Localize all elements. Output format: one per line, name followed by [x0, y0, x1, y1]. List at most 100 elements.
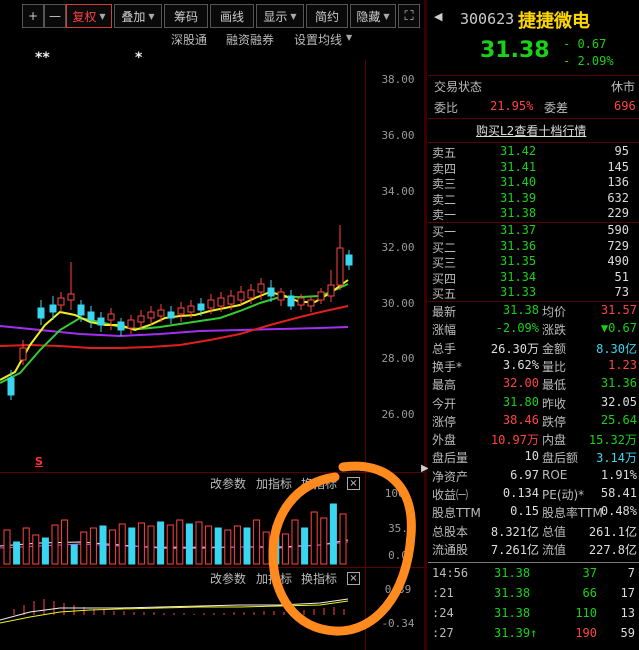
candle-body [137, 315, 145, 323]
bid-price: 31.36 [500, 238, 537, 253]
tick-volume: 66 [582, 586, 597, 600]
buy-l2-link[interactable]: 购买L2查看十档行情 [476, 122, 586, 139]
stat-label: 涨跌 [542, 323, 567, 338]
current-price: 31.38 [480, 38, 550, 63]
stat-value: 31.80 [502, 394, 539, 409]
stat-label: 总手 [432, 341, 457, 356]
chips-button[interactable]: 筹码 [164, 4, 208, 28]
tick-count: 13 [620, 606, 635, 620]
stat-value: 25.64 [600, 412, 637, 427]
stat-value: 10 [524, 449, 539, 464]
stat-label: 流通股 [432, 542, 469, 557]
weibi-value: 21.95% [490, 99, 534, 113]
stat-label: 盘后额 [542, 451, 579, 466]
candle-body [327, 284, 335, 297]
bid-price: 31.34 [500, 269, 537, 284]
volume-bar [41, 537, 49, 565]
stat-value: ▼0.67 [600, 321, 637, 336]
candle-body [57, 297, 65, 306]
ask-volume: 145 [607, 159, 629, 174]
candle-body [317, 291, 325, 301]
stat-value: 0.15 [510, 504, 539, 519]
volume-bar [128, 527, 136, 565]
tick-row: 14:56 31.38 37 7 [432, 566, 637, 585]
zoom-in-button[interactable]: + [22, 4, 44, 28]
overlay-dropdown[interactable]: 叠加 ▼ [114, 4, 162, 28]
volume-bar [147, 525, 155, 565]
display-dropdown[interactable]: 显示 ▼ [256, 4, 304, 28]
stat-row: 收益㈠ 0.134 PE(动)* 58.41 [432, 486, 637, 505]
volume-bar [13, 541, 21, 565]
stat-value: 32.05 [600, 394, 637, 409]
kline-chart[interactable] [0, 60, 365, 460]
set-ma-caret-icon[interactable]: ▼ [346, 33, 352, 42]
stat-row: 外盘 10.97万 内盘 15.32万 [432, 431, 637, 450]
candle-body [197, 303, 205, 311]
candle-body [97, 317, 105, 326]
tick-row: :24 31.38 110 13 [432, 606, 637, 625]
stat-row: 换手* 3.62% 量比 1.23 [432, 358, 637, 377]
tick-row: :21 31.38 66 17 [432, 586, 637, 605]
shengutong-link[interactable]: 深股通 [171, 31, 207, 48]
bid-label: 买四 [432, 271, 457, 286]
tick-time: 14:56 [432, 566, 469, 580]
price-change-pct: - 2.09% [563, 54, 614, 68]
volume-bar [176, 519, 184, 565]
candle-body [187, 305, 195, 313]
stat-label: 收益㈠ [432, 488, 469, 502]
candle-body [49, 304, 57, 313]
tick-row: :27 31.39↑ 190 59 [432, 626, 637, 645]
ask-price: 31.39 [500, 190, 537, 205]
tick-price: 31.38 [494, 586, 531, 600]
set-ma-link[interactable]: 设置均线 [294, 31, 342, 48]
tick-volume: 190 [575, 626, 597, 640]
volume-bar [157, 521, 165, 565]
stat-label: 总值 [542, 524, 567, 539]
stat-label: 换手* [432, 359, 463, 374]
stat-value: 1.23 [608, 357, 637, 372]
stat-row: 股息TTM 0.15 股息率TTM 0.48% [432, 504, 637, 523]
stat-value: 1.91% [600, 467, 637, 482]
price-change: - 0.67 [563, 37, 607, 51]
stat-value: 31.36 [600, 376, 637, 391]
ask-volume: 95 [614, 144, 629, 158]
stat-label: ROE [542, 467, 568, 482]
draw-line-button[interactable]: 画线 [210, 4, 254, 28]
tick-price: 31.39↑ [494, 626, 538, 640]
candle-body [147, 311, 155, 319]
caret-down-icon: ▼ [290, 11, 297, 21]
arrow-left-icon[interactable]: ◀ [434, 10, 442, 23]
bid-volume: 729 [607, 238, 629, 253]
stat-value: 31.57 [600, 303, 637, 317]
stat-label: 均价 [542, 305, 567, 319]
candle-body [107, 313, 115, 321]
fuquan-dropdown[interactable]: 复权 ▼ [66, 4, 112, 28]
zoom-out-button[interactable]: — [44, 4, 66, 28]
tick-volume: 110 [575, 606, 597, 620]
volume-bar [185, 523, 193, 565]
volume-bar [118, 523, 126, 565]
candle-body [127, 319, 135, 329]
stat-row: 今开 31.80 昨收 32.05 [432, 395, 637, 414]
ask-label: 卖五 [432, 146, 457, 160]
volume-bar [109, 529, 117, 565]
candle-body [227, 295, 235, 305]
volume-bar [51, 524, 59, 565]
stat-row: 最新 31.38 均价 31.57 [432, 303, 637, 322]
tick-time: :21 [432, 586, 454, 600]
candle-body [117, 321, 125, 331]
stat-label: 盘后量 [432, 451, 469, 466]
candle-body [287, 295, 295, 307]
margin-trading-link[interactable]: 融资融券 [226, 31, 274, 48]
stat-value: 3.14万 [596, 451, 637, 466]
stat-value: 8.30亿 [596, 341, 637, 356]
candle-body [217, 297, 225, 307]
ask-label: 卖三 [432, 177, 457, 191]
stat-row: 涨幅 -2.09% 涨跌 ▼0.67 [432, 321, 637, 340]
stat-value: 38.46 [502, 412, 539, 427]
simple-mode-button[interactable]: 简约 [306, 4, 348, 28]
trade-status-value: 休市 [611, 80, 636, 94]
stat-label: 涨幅 [432, 323, 457, 338]
stock-code: 300623 [460, 10, 515, 28]
bid-price: 31.33 [500, 285, 537, 299]
